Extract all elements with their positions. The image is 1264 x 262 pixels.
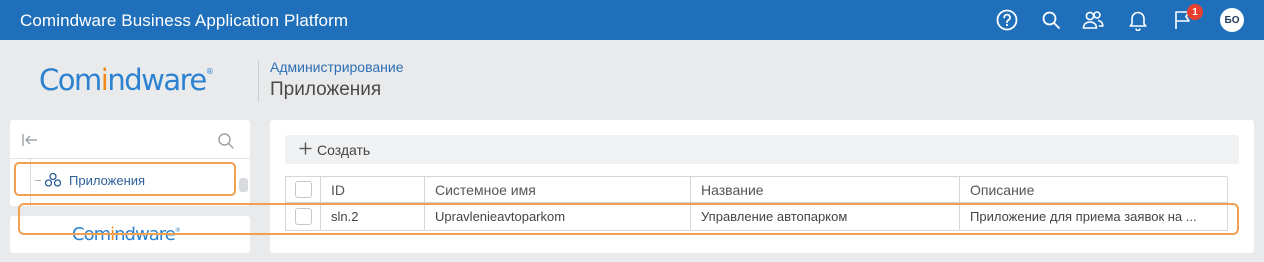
- plus-icon: [299, 142, 312, 158]
- cell-system-name: Upravlenieavtoparkom: [425, 203, 691, 231]
- footer-logo-box: Comindware®: [10, 216, 250, 253]
- table-row[interactable]: sln.2 Upravlenieavtoparkom Управление ав…: [285, 203, 1228, 231]
- avatar[interactable]: БО: [1220, 8, 1244, 32]
- users-icon[interactable]: [1081, 8, 1105, 32]
- select-all-checkbox[interactable]: [295, 181, 312, 198]
- help-icon[interactable]: [995, 8, 1019, 32]
- app-title: Comindware Business Application Platform: [20, 11, 349, 30]
- row-checkbox[interactable]: [295, 208, 312, 225]
- nav-item-applications[interactable]: Приложения: [14, 162, 236, 196]
- toolbar: Создать: [285, 135, 1239, 164]
- cell-description: Приложение для приема заявок на ...: [960, 203, 1228, 231]
- nav-scrollbar[interactable]: [239, 178, 248, 192]
- nav-separator: [10, 158, 250, 159]
- column-header-description[interactable]: Описание: [960, 177, 1228, 203]
- footer-logo-mark: ®: [174, 227, 181, 234]
- notification-badge: 1: [1187, 4, 1203, 20]
- navigation-panel: Приложения: [10, 120, 250, 206]
- logo-prefix: Com: [39, 63, 102, 97]
- breadcrumb[interactable]: Администрирование: [270, 59, 404, 75]
- create-button[interactable]: Создать: [299, 139, 370, 161]
- cell-name: Управление автопарком: [691, 203, 960, 231]
- brand-logo[interactable]: Comindware®: [39, 63, 214, 97]
- row-checkbox-cell: [286, 203, 321, 231]
- apps-icon: [44, 172, 62, 193]
- search-icon[interactable]: [1039, 8, 1063, 32]
- logo-suffix: ndware: [107, 63, 207, 97]
- cell-id: sln.2: [321, 203, 425, 231]
- column-header-id[interactable]: ID: [321, 177, 425, 203]
- page-title: Приложения: [270, 79, 382, 100]
- main-panel: Создать ID Системное имя Название Описан…: [270, 120, 1254, 253]
- collapse-panel-icon[interactable]: [21, 132, 39, 153]
- bell-icon[interactable]: [1126, 8, 1150, 32]
- footer-logo-suffix: ndware: [114, 224, 176, 245]
- nav-item-label: Приложения: [69, 173, 146, 188]
- header-divider: [258, 60, 259, 102]
- tree-connector: [35, 180, 41, 181]
- table-header: ID Системное имя Название Описание: [285, 176, 1228, 203]
- footer-logo-prefix: Com: [72, 224, 111, 245]
- footer-logo: Comindware®: [72, 224, 181, 245]
- column-header-name[interactable]: Название: [691, 177, 960, 203]
- column-header-system-name[interactable]: Системное имя: [425, 177, 691, 203]
- top-bar: Comindware Business Application Platform…: [0, 0, 1264, 40]
- logo-mark: ®: [205, 67, 214, 76]
- header-checkbox-cell: [286, 177, 321, 203]
- nav-search-icon[interactable]: [217, 132, 235, 155]
- create-label: Создать: [317, 142, 371, 158]
